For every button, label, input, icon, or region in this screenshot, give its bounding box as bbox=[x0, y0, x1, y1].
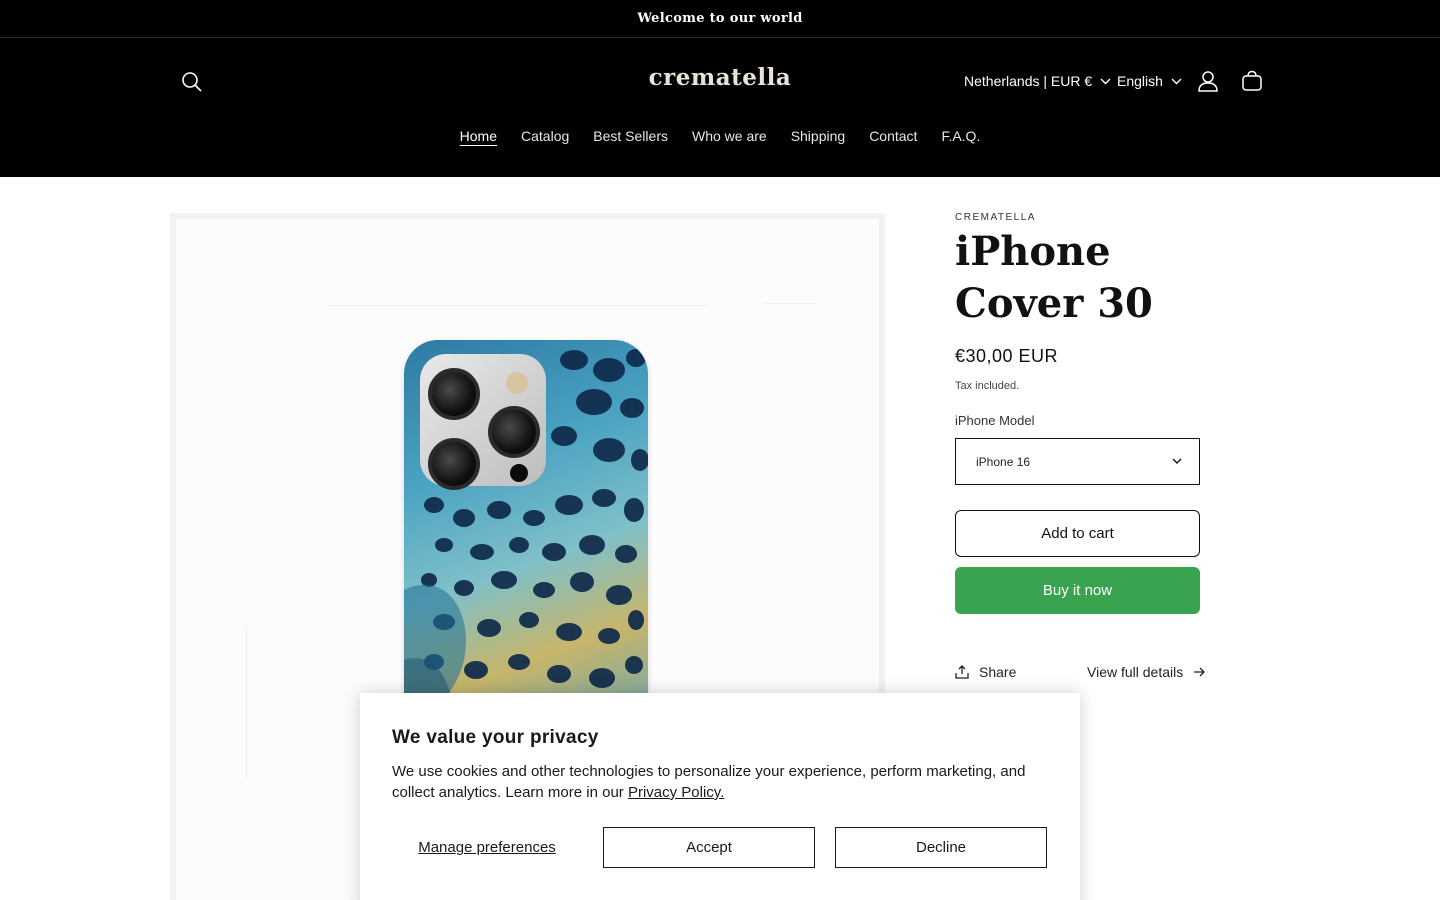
buy-now-button[interactable]: Buy it now bbox=[955, 567, 1200, 614]
tax-note: Tax included. bbox=[955, 380, 1020, 392]
option-label: iPhone Model bbox=[955, 413, 1035, 428]
chevron-down-icon bbox=[1171, 78, 1182, 84]
nav-item-shipping[interactable]: Shipping bbox=[779, 126, 858, 146]
accept-button[interactable]: Accept bbox=[603, 827, 815, 868]
nav-item-catalog[interactable]: Catalog bbox=[509, 126, 581, 146]
language-selector-label: English bbox=[1117, 73, 1163, 89]
search-icon bbox=[182, 72, 202, 92]
select-value: iPhone 16 bbox=[976, 454, 1031, 469]
product-vendor: CREMATELLA bbox=[955, 212, 1036, 223]
account-icon bbox=[1198, 71, 1218, 92]
share-label: Share bbox=[979, 664, 1017, 680]
cookie-consent-banner: We value your privacy We use cookies and… bbox=[360, 693, 1080, 900]
nav-item-faq[interactable]: F.A.Q. bbox=[929, 126, 992, 146]
view-full-details-link[interactable]: View full details bbox=[1087, 664, 1206, 680]
search-button[interactable] bbox=[172, 62, 212, 102]
chevron-down-icon bbox=[1172, 458, 1182, 464]
image-shadow-line bbox=[246, 627, 247, 777]
cart-button[interactable] bbox=[1232, 61, 1272, 101]
site-header: crematella Netherlands | EUR € English H… bbox=[0, 38, 1440, 177]
camera-lens bbox=[488, 406, 540, 458]
camera-lens bbox=[428, 368, 480, 420]
country-selector-label: Netherlands | EUR € bbox=[964, 73, 1093, 89]
image-shadow-line bbox=[328, 305, 706, 306]
cookie-banner-title: We value your privacy bbox=[392, 727, 599, 748]
chevron-down-icon bbox=[1100, 78, 1111, 84]
announcement-text: Welcome to our world bbox=[637, 11, 803, 26]
arrow-right-icon bbox=[1194, 667, 1206, 677]
add-to-cart-button[interactable]: Add to cart bbox=[955, 510, 1200, 557]
camera-lens bbox=[428, 438, 480, 490]
decline-button[interactable]: Decline bbox=[835, 827, 1047, 868]
manage-preferences-button[interactable]: Manage preferences bbox=[392, 827, 582, 868]
camera-block bbox=[420, 354, 546, 490]
cart-icon bbox=[1242, 70, 1262, 91]
camera-sensor bbox=[510, 464, 528, 482]
view-full-details-label: View full details bbox=[1087, 664, 1184, 680]
main-nav: Home Catalog Best Sellers Who we are Shi… bbox=[0, 126, 1440, 146]
product-title: iPhone Cover 30 bbox=[955, 228, 1153, 327]
country-selector[interactable]: Netherlands | EUR € bbox=[964, 68, 1111, 94]
image-shadow-line bbox=[764, 303, 816, 304]
account-button[interactable] bbox=[1188, 61, 1228, 101]
nav-item-home[interactable]: Home bbox=[448, 126, 509, 146]
announcement-bar: Welcome to our world bbox=[0, 0, 1440, 38]
product-price: €30,00 EUR bbox=[955, 346, 1059, 366]
cookie-banner-text: We use cookies and other technologies to… bbox=[392, 761, 1032, 803]
camera-flash bbox=[506, 372, 528, 394]
nav-item-contact[interactable]: Contact bbox=[857, 126, 929, 146]
nav-item-who-we-are[interactable]: Who we are bbox=[680, 126, 779, 146]
privacy-policy-link[interactable]: Privacy Policy. bbox=[628, 784, 724, 801]
iphone-model-select[interactable]: iPhone 16 bbox=[955, 438, 1200, 485]
phone-case-image bbox=[404, 340, 648, 740]
site-logo[interactable]: crematella bbox=[620, 64, 820, 91]
language-selector[interactable]: English bbox=[1117, 68, 1182, 94]
share-button[interactable]: Share bbox=[955, 664, 1016, 680]
share-icon bbox=[955, 665, 969, 679]
nav-item-best-sellers[interactable]: Best Sellers bbox=[581, 126, 680, 146]
